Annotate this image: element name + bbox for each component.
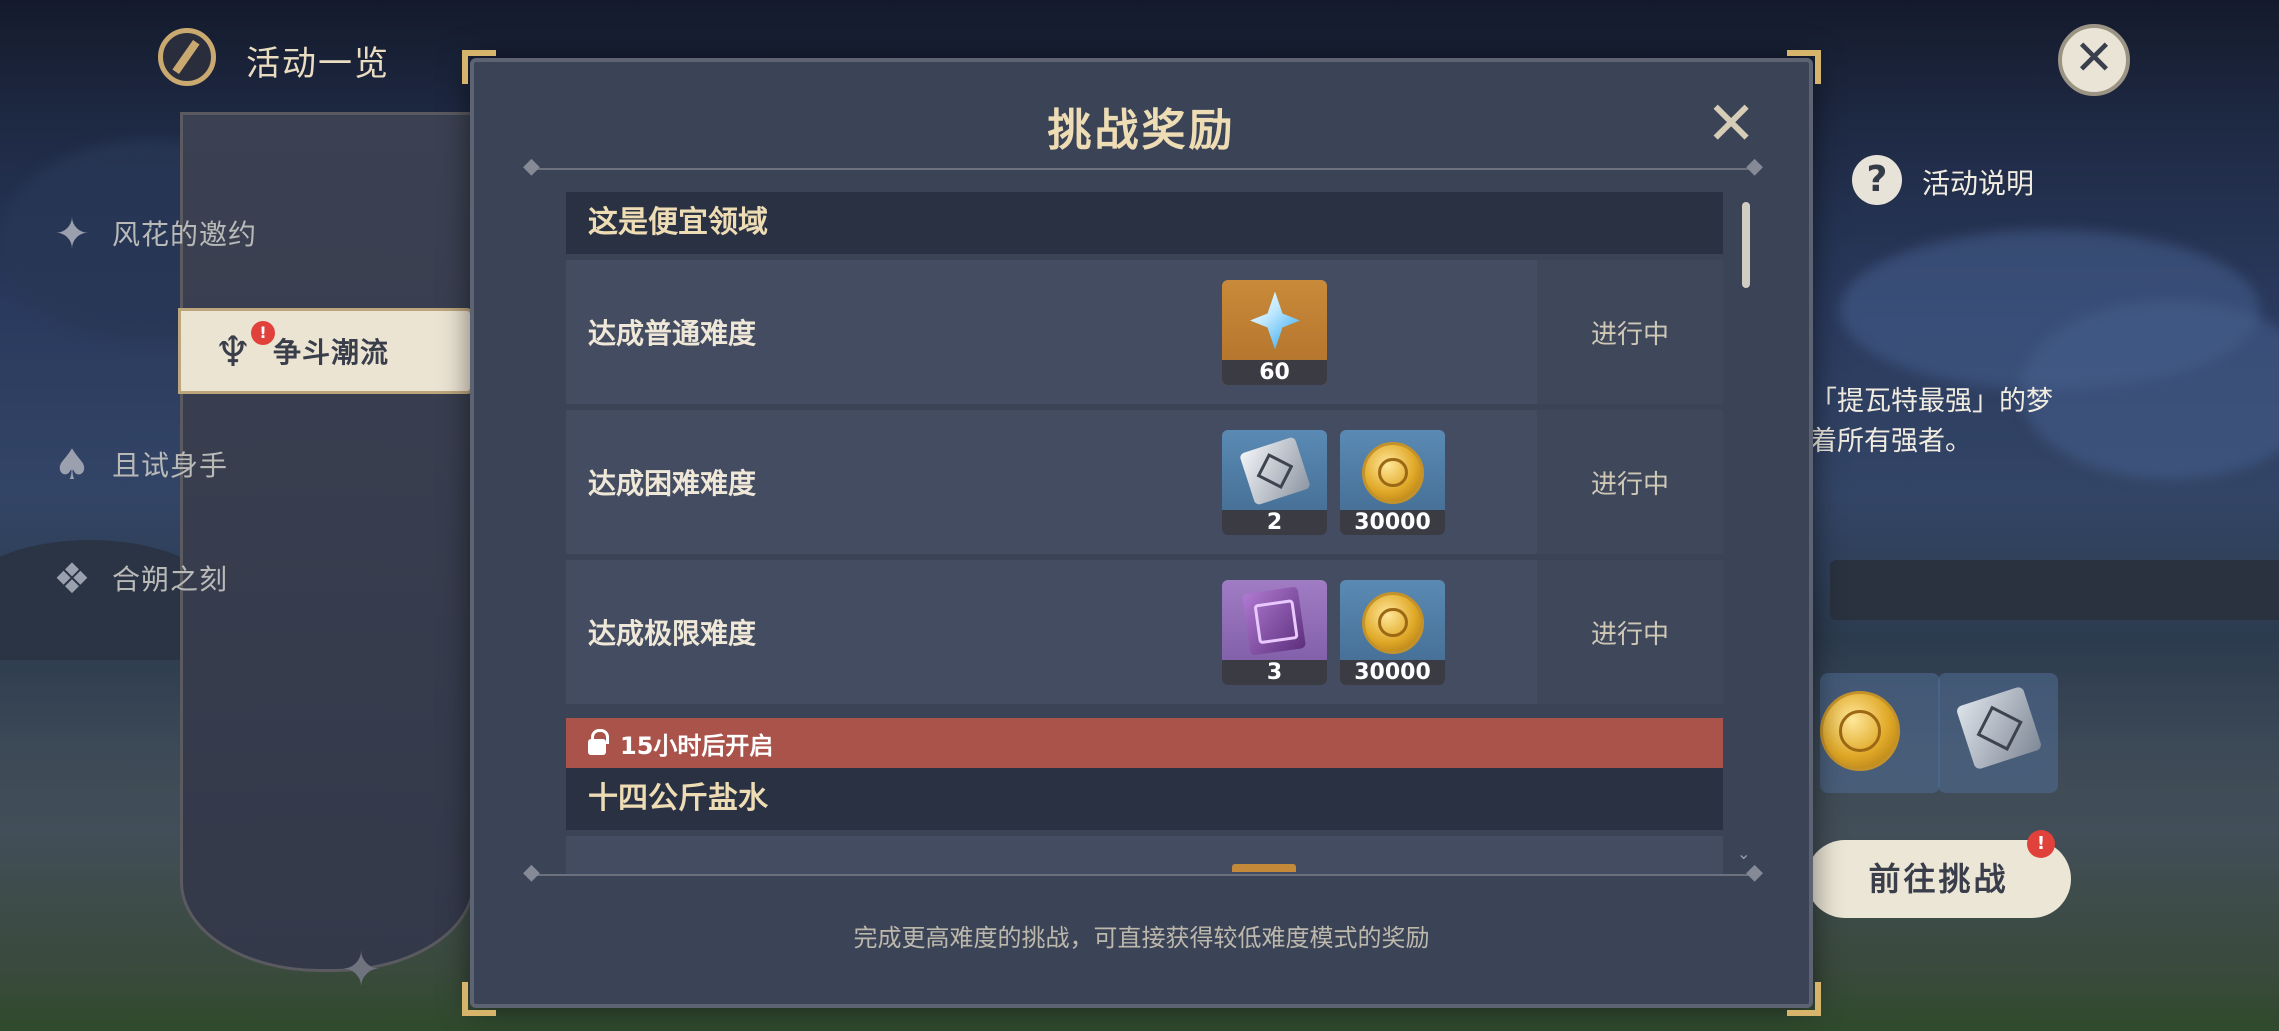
table-row: 达成极限难度 3 30000 进行中 bbox=[566, 560, 1723, 704]
table-row: 达成普通难度 60 进行中 bbox=[566, 260, 1723, 404]
desc-line: 「提瓦特最强」的梦 bbox=[1810, 386, 2053, 417]
table-row: 达成困难难度 2 30000 进行中 bbox=[566, 410, 1723, 554]
section-header: 这是便宜领域 bbox=[566, 192, 1723, 254]
divider bbox=[523, 860, 1763, 885]
reward-count: 30000 bbox=[1340, 659, 1445, 685]
lock-icon bbox=[588, 729, 609, 755]
corner-ornament bbox=[1787, 982, 1821, 1016]
sidebar-item-label: 争斗潮流 bbox=[273, 336, 390, 369]
flower-star-icon: ✦ bbox=[54, 208, 90, 258]
ornament-icon: ❖ bbox=[53, 553, 91, 603]
task-label: 达成困难难度 bbox=[588, 467, 757, 500]
lock-text: 15小时后开启 bbox=[620, 731, 774, 760]
help-icon[interactable]: ? bbox=[1852, 155, 1902, 205]
exp-book-icon bbox=[1239, 435, 1311, 506]
reward-item[interactable]: 30000 bbox=[1340, 429, 1445, 535]
locked-banner: 15小时后开启 bbox=[566, 718, 1723, 768]
close-button[interactable]: ✕ bbox=[2058, 24, 2130, 96]
reward-items: 2 30000 bbox=[1222, 410, 1537, 554]
cards-icon: ♠ bbox=[53, 439, 91, 489]
task-label: 达成极限难度 bbox=[588, 617, 757, 650]
close-icon[interactable]: ✕ bbox=[1706, 94, 1756, 154]
page-title: 活动一览 bbox=[246, 44, 390, 84]
task-label: 达成普通难度 bbox=[588, 317, 757, 350]
mora-coin-icon bbox=[1362, 591, 1424, 654]
sidebar-item-feng-hua[interactable]: ✦ 风花的邀约 bbox=[20, 190, 320, 276]
reward-item[interactable]: 60 bbox=[1222, 279, 1327, 385]
status-label: 进行中 bbox=[1537, 410, 1723, 554]
compass-icon bbox=[158, 28, 216, 86]
star-ornament-icon: ✦ bbox=[341, 942, 382, 998]
notification-badge: ! bbox=[251, 321, 275, 345]
scrollbar[interactable] bbox=[1742, 202, 1750, 288]
status-label: 进行中 bbox=[1537, 560, 1723, 704]
scroll-track bbox=[1744, 194, 1748, 834]
desc-line: 着所有强者。 bbox=[1810, 426, 1972, 457]
sidebar-item-qie-shi[interactable]: ♠ 且试身手 bbox=[20, 421, 320, 507]
reward-item[interactable]: 30000 bbox=[1340, 579, 1445, 685]
reward-tile bbox=[1820, 673, 1940, 793]
sidebar-item-label: 且试身手 bbox=[112, 449, 229, 482]
reward-count: 30000 bbox=[1340, 509, 1445, 535]
reward-count: 60 bbox=[1222, 359, 1327, 385]
sidebar-item-he-shuo[interactable]: ❖ 合朔之刻 bbox=[20, 535, 320, 621]
help-label[interactable]: 活动说明 bbox=[1922, 162, 2034, 202]
reward-item[interactable]: 2 bbox=[1222, 429, 1327, 535]
table-row bbox=[566, 836, 1723, 876]
sidebar-item-zheng-dou[interactable]: ♆ 争斗潮流 ! bbox=[178, 308, 473, 394]
reward-items: 60 bbox=[1222, 260, 1537, 404]
section-header: 十四公斤盐水 bbox=[566, 768, 1723, 830]
mora-coin-icon bbox=[1362, 441, 1424, 504]
divider bbox=[523, 154, 1763, 179]
reward-item[interactable]: 3 bbox=[1222, 579, 1327, 685]
challenge-rewards-dialog: 挑战奖励 ✕ 这是便宜领域 达成普通难度 60 进行中 达成困难难度 2 bbox=[462, 50, 1821, 1016]
reward-count: 3 bbox=[1222, 659, 1327, 685]
reward-items: 3 30000 bbox=[1222, 560, 1537, 704]
dialog-footer-note: 完成更高难度的挑战，可直接获得较低难度模式的奖励 bbox=[853, 924, 1430, 952]
reward-count: 2 bbox=[1222, 509, 1327, 535]
exp-book-icon bbox=[1955, 685, 2043, 771]
reward-tile bbox=[1938, 673, 2058, 793]
primogem-icon bbox=[1250, 291, 1300, 350]
purple-book-icon bbox=[1241, 585, 1307, 656]
reward-list[interactable]: 这是便宜领域 达成普通难度 60 进行中 达成困难难度 2 30000 进行中 … bbox=[566, 192, 1723, 892]
mora-coin-icon bbox=[1820, 691, 1900, 771]
sidebar-item-label: 合朔之刻 bbox=[112, 563, 229, 596]
reward-item-peek bbox=[1232, 864, 1296, 872]
notification-badge: ! bbox=[2027, 830, 2055, 858]
sidebar-item-label: 风花的邀约 bbox=[112, 218, 258, 251]
corner-ornament bbox=[462, 982, 496, 1016]
dialog-title: 挑战奖励 bbox=[1047, 105, 1236, 156]
corner-ornament bbox=[462, 50, 496, 84]
status-label: 进行中 bbox=[1537, 260, 1723, 404]
event-description: 「提瓦特最强」的梦 着所有强者。 bbox=[1810, 382, 2053, 462]
corner-ornament bbox=[1787, 50, 1821, 84]
